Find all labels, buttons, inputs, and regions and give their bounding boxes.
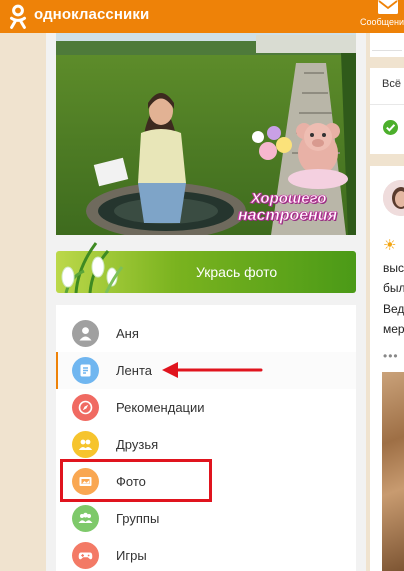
tab-all[interactable]: Всё [382,78,401,90]
decorate-photo-button[interactable]: Укрась фото [56,242,356,293]
games-icon [72,542,99,569]
left-nav-menu: Аня Лента Рекомендации Друзья Фото Групп… [56,305,356,571]
nav-item-groups-label: Группы [116,511,160,526]
post-text-line: был [383,281,404,295]
nav-item-friends[interactable]: Друзья [56,426,356,463]
post-text-line: Вед [383,302,404,316]
post-text-line: мер [383,322,404,336]
nav-item-friends-label: Друзья [116,437,159,452]
feed-icon [72,357,99,384]
friends-icon [72,431,99,458]
nav-item-recommendations[interactable]: Рекомендации [56,389,356,426]
post-image[interactable] [382,372,404,571]
nav-item-feed-label: Лента [116,363,152,378]
annotation-arrow-icon [162,362,263,378]
post-text-line: выс [383,261,404,275]
brand-name[interactable]: одноклассники [34,6,149,23]
profile-cover-photo[interactable]: Хорошего настроения [56,33,356,235]
nav-item-games-label: Игры [116,548,147,563]
nav-item-games[interactable]: Игры [56,537,356,571]
divider [370,104,404,105]
groups-icon [72,505,99,532]
more-dots[interactable]: ••• [383,349,399,363]
ok-logo-icon[interactable] [8,4,28,30]
nav-item-recommendations-label: Рекомендации [116,400,205,415]
right-card-top [370,33,404,57]
annotation-highlight-box [60,459,212,502]
messages-label[interactable]: Сообщения [360,17,404,27]
nav-item-profile-label: Аня [116,326,139,341]
messages-icon[interactable] [377,0,399,15]
compass-icon [72,394,99,421]
user-icon [72,320,99,347]
cover-overlay-text-1: Хорошего [251,190,327,208]
check-icon [383,120,398,135]
divider [372,50,402,51]
top-bar: одноклассники Сообщения [0,0,404,33]
nav-item-profile[interactable]: Аня [56,315,356,352]
cover-overlay-text-2: настроения [238,207,338,225]
snowdrop-flowers-icon [61,242,124,293]
nav-item-groups[interactable]: Группы [56,500,356,537]
decorate-photo-label: Укрась фото [196,264,278,280]
sun-emoji-icon: ☀ [383,237,397,254]
